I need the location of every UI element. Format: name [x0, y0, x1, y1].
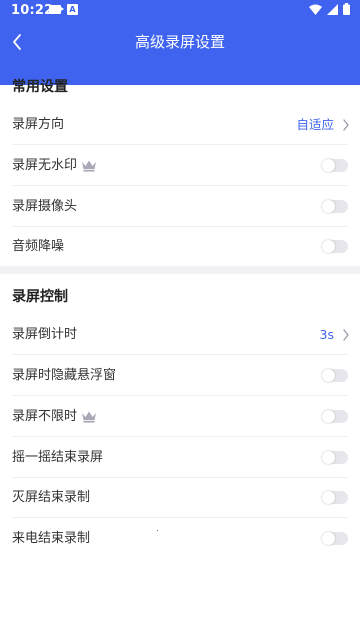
toggle-knob — [322, 451, 335, 464]
setting-label: 录屏不限时 — [12, 409, 78, 424]
toggle-knob — [322, 200, 335, 213]
setting-value: 自适应 — [296, 117, 334, 132]
crown-icon — [82, 411, 97, 423]
setting-label: 录屏摄像头 — [12, 199, 78, 214]
setting-label: 灭屏结束录制 — [12, 490, 91, 505]
setting-row-screen-off-stop[interactable]: 灭屏结束录制 — [0, 477, 360, 518]
toggle-knob — [322, 410, 335, 423]
app-header: 10:22 A 高级录屏设置 — [0, 0, 360, 85]
section-separator — [0, 266, 360, 274]
chevron-right-icon — [343, 329, 349, 341]
toggle-knob — [322, 369, 335, 382]
screen-off-stop-toggle[interactable] — [322, 491, 348, 504]
wifi-icon — [309, 4, 322, 15]
setting-row-shake-to-stop[interactable]: 摇一摇结束录屏 — [0, 437, 360, 478]
hide-floating-window-toggle[interactable] — [322, 369, 348, 382]
section-title-common: 常用设置 — [12, 79, 68, 95]
setting-label: 音频降噪 — [12, 239, 65, 254]
setting-label: 摇一摇结束录屏 — [12, 450, 104, 465]
toggle-knob — [322, 159, 335, 172]
setting-value: 3s — [319, 327, 334, 342]
setting-row-unlimited-time[interactable]: 录屏不限时 — [0, 396, 360, 437]
setting-label: 录屏倒计时 — [12, 327, 78, 342]
section-title-control: 录屏控制 — [12, 289, 68, 305]
notification-a-icon: A — [67, 4, 78, 15]
noise-reduction-toggle[interactable] — [322, 240, 348, 253]
setting-row-hide-floating-window[interactable]: 录屏时隐藏悬浮窗 — [0, 355, 360, 396]
setting-row-camera[interactable]: 录屏摄像头 — [0, 186, 360, 227]
no-watermark-toggle[interactable] — [322, 159, 348, 172]
setting-row-noise-reduction[interactable]: 音频降噪 — [0, 226, 360, 267]
setting-row-call-stop[interactable]: 来电结束录制 — [0, 518, 360, 559]
setting-label: 录屏方向 — [12, 117, 65, 132]
call-stop-toggle[interactable] — [322, 532, 348, 545]
status-time: 10:22 — [11, 3, 54, 18]
stray-dot — [157, 530, 158, 531]
chevron-right-icon — [343, 119, 349, 131]
page-title: 高级录屏设置 — [134, 33, 225, 51]
setting-row-no-watermark[interactable]: 录屏无水印 — [0, 145, 360, 186]
setting-label: 来电结束录制 — [12, 531, 91, 546]
toggle-knob — [322, 532, 335, 545]
battery-icon — [343, 3, 350, 15]
setting-label: 录屏时隐藏悬浮窗 — [12, 368, 117, 383]
unlimited-time-toggle[interactable] — [322, 410, 348, 423]
camera-toggle[interactable] — [322, 200, 348, 213]
shake-to-stop-toggle[interactable] — [322, 451, 348, 464]
status-bar: 10:22 A — [0, 0, 360, 22]
crown-icon — [82, 160, 97, 172]
signal-icon — [327, 3, 338, 15]
setting-row-record-orientation[interactable]: 录屏方向 自适应 — [0, 104, 360, 145]
setting-label: 录屏无水印 — [12, 158, 78, 173]
toggle-knob — [322, 491, 335, 504]
camera-icon — [49, 5, 64, 14]
setting-row-countdown[interactable]: 录屏倒计时 3s — [0, 314, 360, 355]
toggle-knob — [322, 240, 335, 253]
